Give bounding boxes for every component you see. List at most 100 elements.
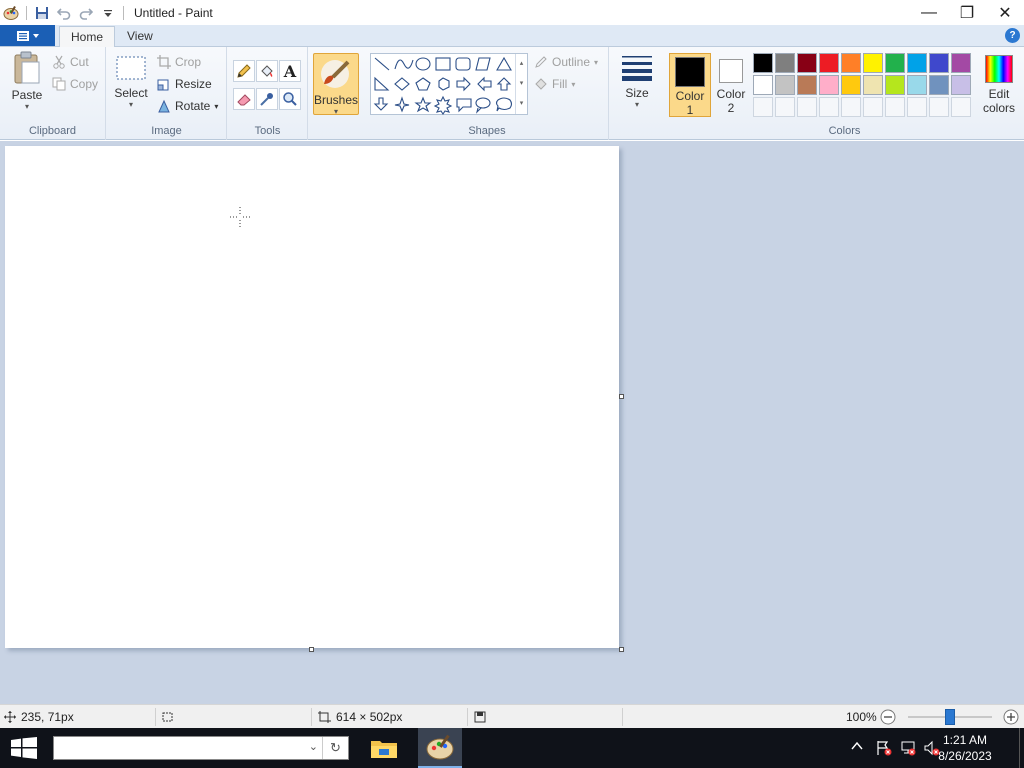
color2-button[interactable]: Color 2 bbox=[713, 53, 749, 117]
palette-swatch[interactable] bbox=[907, 53, 927, 73]
palette-swatch[interactable] bbox=[951, 53, 971, 73]
colors-group-label: Colors bbox=[828, 125, 861, 137]
custom-color-slot[interactable] bbox=[819, 97, 839, 117]
file-menu-button[interactable] bbox=[0, 25, 55, 46]
drawing-canvas[interactable] bbox=[5, 146, 619, 648]
paint-app-icon[interactable] bbox=[0, 2, 22, 24]
custom-color-slot[interactable] bbox=[929, 97, 949, 117]
select-button[interactable]: Select ▾ bbox=[113, 55, 149, 109]
custom-color-slot[interactable] bbox=[907, 97, 927, 117]
outline-button[interactable]: Outline ▾ bbox=[534, 55, 598, 69]
custom-color-slot[interactable] bbox=[885, 97, 905, 117]
fill-button[interactable]: Fill ▾ bbox=[534, 77, 575, 91]
zoom-slider-thumb[interactable] bbox=[945, 709, 955, 725]
palette-swatch[interactable] bbox=[797, 75, 817, 95]
tab-home[interactable]: Home bbox=[59, 26, 116, 48]
zoom-out-button[interactable] bbox=[880, 705, 896, 729]
custom-color-slot[interactable] bbox=[753, 97, 773, 117]
palette-swatch[interactable] bbox=[929, 53, 949, 73]
palette-swatch[interactable] bbox=[841, 53, 861, 73]
show-desktop-button[interactable] bbox=[1019, 728, 1024, 768]
resize-handle-corner[interactable] bbox=[619, 647, 624, 652]
palette-swatch[interactable] bbox=[907, 75, 927, 95]
select-dropdown-icon[interactable]: ▾ bbox=[113, 100, 149, 109]
security-alert-icon[interactable] bbox=[876, 740, 892, 759]
color1-button[interactable]: Color 1 bbox=[669, 53, 711, 117]
maximize-button[interactable]: ❐ bbox=[948, 0, 986, 25]
palette-swatch[interactable] bbox=[863, 75, 883, 95]
palette-swatch[interactable] bbox=[885, 75, 905, 95]
palette-swatch[interactable] bbox=[863, 53, 883, 73]
start-button[interactable] bbox=[10, 737, 38, 762]
zoom-in-button[interactable] bbox=[1003, 705, 1019, 729]
brushes-dropdown-icon[interactable]: ▾ bbox=[314, 107, 358, 116]
size-dropdown-icon[interactable]: ▾ bbox=[618, 100, 656, 109]
pencil-tool-button[interactable] bbox=[233, 60, 255, 82]
crop-button[interactable]: Crop bbox=[157, 55, 201, 69]
refresh-icon[interactable]: ↻ bbox=[322, 737, 348, 759]
brushes-button[interactable]: Brushes ▾ bbox=[313, 53, 359, 116]
palette-swatch[interactable] bbox=[951, 75, 971, 95]
canvas-size-text: 614 × 502px bbox=[336, 710, 403, 724]
palette-swatch[interactable] bbox=[775, 53, 795, 73]
taskbar-paint[interactable] bbox=[418, 728, 462, 768]
custom-color-slot[interactable] bbox=[863, 97, 883, 117]
search-dropdown-icon[interactable]: ⌄ bbox=[309, 740, 318, 753]
fill-icon bbox=[535, 78, 547, 90]
magnifier-tool-button[interactable] bbox=[279, 88, 301, 110]
cut-button[interactable]: Cut bbox=[52, 55, 89, 69]
custom-color-slot[interactable] bbox=[841, 97, 861, 117]
resize-handle-right[interactable] bbox=[619, 394, 624, 399]
network-icon[interactable] bbox=[900, 740, 916, 759]
help-icon[interactable]: ? bbox=[1005, 28, 1020, 43]
fill-dropdown-icon[interactable]: ▾ bbox=[571, 80, 575, 89]
palette-swatch[interactable] bbox=[819, 75, 839, 95]
close-button[interactable]: ✕ bbox=[986, 0, 1024, 25]
move-cursor-icon bbox=[4, 711, 16, 723]
custom-color-slot[interactable] bbox=[951, 97, 971, 117]
copy-button[interactable]: Copy bbox=[52, 77, 98, 91]
taskbar-clock[interactable]: 1:21 AM 8/26/2023 bbox=[930, 732, 1000, 764]
fill-tool-button[interactable] bbox=[256, 60, 278, 82]
shapes-gallery-scroll[interactable]: ▴ ▾ ▾ bbox=[515, 54, 527, 114]
copy-icon bbox=[52, 77, 66, 91]
edit-colors-button[interactable]: Edit colors bbox=[977, 53, 1021, 115]
text-tool-button[interactable]: A bbox=[279, 60, 301, 82]
paste-button[interactable]: Paste ▾ bbox=[6, 51, 48, 111]
shapes-gallery-icons[interactable] bbox=[371, 54, 529, 116]
resize-handle-bottom[interactable] bbox=[309, 647, 314, 652]
save-icon[interactable] bbox=[31, 2, 53, 24]
outline-dropdown-icon[interactable]: ▾ bbox=[594, 58, 598, 67]
copy-label: Copy bbox=[70, 77, 99, 91]
custom-color-slot[interactable] bbox=[797, 97, 817, 117]
rotate-button[interactable]: Rotate ▾ bbox=[157, 99, 218, 113]
palette-swatch[interactable] bbox=[841, 75, 861, 95]
resize-button[interactable]: Resize bbox=[157, 77, 212, 91]
palette-swatch[interactable] bbox=[753, 75, 773, 95]
color-picker-tool-button[interactable] bbox=[256, 88, 278, 110]
zoom-slider[interactable] bbox=[908, 709, 992, 725]
palette-swatch[interactable] bbox=[819, 53, 839, 73]
size-button[interactable]: Size ▾ bbox=[618, 53, 656, 109]
cursor-position: 235, 71px bbox=[4, 705, 74, 729]
show-hidden-icons-icon[interactable] bbox=[850, 739, 864, 756]
palette-swatch[interactable] bbox=[797, 53, 817, 73]
paste-dropdown-icon[interactable]: ▾ bbox=[6, 102, 48, 111]
separator bbox=[26, 5, 27, 20]
tab-view[interactable]: View bbox=[116, 26, 164, 47]
redo-icon[interactable] bbox=[75, 2, 97, 24]
customize-quick-access-icon[interactable] bbox=[97, 2, 119, 24]
minimize-button[interactable]: — bbox=[910, 0, 948, 25]
taskbar-search-input[interactable]: ⌄ ↻ bbox=[53, 736, 349, 760]
palette-swatch[interactable] bbox=[753, 53, 773, 73]
palette-swatch[interactable] bbox=[775, 75, 795, 95]
brushes-group: Brushes ▾ bbox=[309, 47, 365, 140]
taskbar-file-explorer[interactable] bbox=[366, 732, 402, 764]
undo-icon[interactable] bbox=[53, 2, 75, 24]
custom-color-slot[interactable] bbox=[775, 97, 795, 117]
palette-swatch[interactable] bbox=[929, 75, 949, 95]
shapes-group: ▴ ▾ ▾ Outline ▾ Fill ▾ Shapes bbox=[366, 47, 609, 140]
rotate-dropdown-icon[interactable]: ▾ bbox=[214, 102, 218, 111]
eraser-tool-button[interactable] bbox=[233, 88, 255, 110]
palette-swatch[interactable] bbox=[885, 53, 905, 73]
